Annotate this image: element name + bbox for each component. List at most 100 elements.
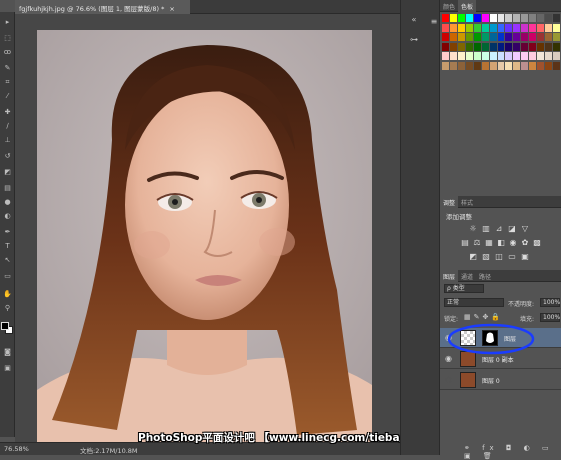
expand-panels-icon[interactable]: « [407, 14, 421, 26]
healing-brush-tool-icon[interactable]: ✚ [2, 108, 13, 117]
color-swatch[interactable] [505, 42, 513, 51]
color-swatch[interactable] [473, 23, 481, 32]
color-swatch[interactable] [521, 23, 529, 32]
color-swatch[interactable] [537, 14, 545, 22]
color-swatch[interactable] [473, 33, 481, 41]
brightness-icon[interactable]: ☼ [468, 224, 478, 234]
color-swatch[interactable] [553, 14, 560, 22]
marquee-tool-icon[interactable]: ⬚ [2, 34, 13, 43]
lasso-tool-icon[interactable]: ꝏ [2, 48, 13, 57]
color-swatch[interactable] [553, 52, 560, 60]
color-swatch[interactable] [545, 33, 553, 41]
gradient-tool-icon[interactable]: ▤ [2, 184, 13, 193]
channel-mixer-icon[interactable]: ✿ [520, 238, 530, 248]
hand-tool-icon[interactable]: ✋ [2, 290, 13, 299]
sliders-icon[interactable]: ⊶ [407, 34, 421, 46]
visibility-off-icon[interactable]: ◉ [445, 375, 452, 384]
bw-icon[interactable]: ◧ [496, 238, 506, 248]
color-swatch[interactable] [529, 42, 537, 51]
tab-color[interactable]: 颜色 [440, 0, 458, 12]
color-swatch[interactable] [465, 42, 473, 51]
eyedropper-tool-icon[interactable]: ⁄ [2, 92, 13, 101]
color-swatch[interactable] [489, 42, 497, 51]
color-swatch[interactable] [505, 52, 513, 60]
move-tool-icon[interactable]: ▸ [2, 18, 13, 27]
color-swatch[interactable] [465, 33, 473, 41]
color-swatch[interactable] [489, 52, 497, 60]
levels-icon[interactable]: ▥ [481, 224, 491, 234]
color-swatch[interactable] [505, 33, 513, 41]
color-swatch[interactable] [442, 42, 449, 51]
threshold-icon[interactable]: ◫ [494, 252, 504, 262]
layer-filter-select[interactable]: ρ 类型 [444, 284, 484, 293]
color-swatch[interactable] [481, 14, 489, 22]
color-swatch[interactable] [529, 14, 537, 22]
history-brush-tool-icon[interactable]: ↺ [2, 152, 13, 161]
color-swatch[interactable] [489, 23, 497, 32]
color-swatch[interactable] [497, 14, 505, 22]
color-swatch[interactable] [481, 33, 489, 41]
color-swatch[interactable] [473, 61, 481, 70]
triangle-icon[interactable]: ▽ [520, 224, 530, 234]
color-swatch[interactable] [513, 33, 521, 41]
hue-icon[interactable]: ▦ [484, 238, 494, 248]
color-swatch[interactable] [505, 23, 513, 32]
color-swatch[interactable] [457, 52, 465, 60]
brush-tool-icon[interactable]: ∕ [2, 122, 13, 131]
color-swatch[interactable] [457, 42, 465, 51]
eraser-tool-icon[interactable]: ◩ [2, 168, 13, 177]
path-select-tool-icon[interactable]: ↖ [2, 256, 13, 265]
quick-select-tool-icon[interactable]: ✎ [2, 64, 13, 73]
color-swatch[interactable] [465, 14, 473, 22]
color-swatch[interactable] [537, 23, 545, 32]
color-swatch[interactable] [449, 33, 457, 41]
color-swatch[interactable] [497, 61, 505, 70]
layer-name[interactable]: 图层 0 [482, 376, 500, 385]
color-swatch[interactable] [553, 33, 560, 41]
tab-styles[interactable]: 样式 [458, 196, 476, 208]
color-swatch[interactable] [465, 52, 473, 60]
color-swatch[interactable] [481, 52, 489, 60]
color-swatch[interactable] [457, 14, 465, 22]
color-swatch[interactable] [449, 61, 457, 70]
color-swatch[interactable] [481, 23, 489, 32]
color-swatch[interactable] [553, 61, 560, 70]
layer-name[interactable]: 图层 0 副本 [482, 355, 514, 364]
color-swatch[interactable] [545, 52, 553, 60]
color-swatch[interactable] [473, 52, 481, 60]
foreground-color-front[interactable] [1, 322, 9, 330]
screen-mode-icon[interactable]: ▣ [2, 364, 13, 373]
blend-mode-select[interactable]: 正常 [444, 298, 504, 307]
type-tool-icon[interactable]: T [2, 242, 13, 251]
invert-icon[interactable]: ◩ [468, 252, 478, 262]
curves-icon[interactable]: ⊿ [494, 224, 504, 234]
pen-tool-icon[interactable]: ✒ [2, 228, 13, 237]
dodge-tool-icon[interactable]: ◐ [2, 212, 13, 221]
color-swatch[interactable] [513, 61, 521, 70]
color-swatch[interactable] [497, 42, 505, 51]
selective-color-icon[interactable]: ▣ [520, 252, 530, 262]
color-swatch[interactable] [513, 52, 521, 60]
color-swatch[interactable] [537, 61, 545, 70]
color-swatch[interactable] [457, 33, 465, 41]
color-swatch[interactable] [442, 14, 449, 22]
document-tab[interactable]: fgjfkuhjkjh.jpg @ 76.6% (图层 1, 图层蒙版/8) *… [15, 0, 190, 14]
color-swatch[interactable] [442, 52, 449, 60]
color-lookup-icon[interactable]: ▩ [532, 238, 542, 248]
color-swatch[interactable] [481, 61, 489, 70]
color-swatch[interactable] [529, 52, 537, 60]
color-swatch[interactable] [537, 52, 545, 60]
color-swatch[interactable] [489, 61, 497, 70]
color-swatch[interactable] [481, 42, 489, 51]
gradient-map-icon[interactable]: ▭ [507, 252, 517, 262]
tab-layers[interactable]: 图层 [440, 270, 459, 282]
color-swatch[interactable] [457, 23, 465, 32]
portrait-photo[interactable] [37, 30, 372, 445]
color-swatch[interactable] [449, 14, 457, 22]
color-swatch[interactable] [553, 23, 560, 32]
layer-panel-footer-icons[interactable]: ⚭ fx ◘ ◐ ▭ ▣ 🗑 [464, 444, 561, 460]
zoom-level[interactable]: 76.58% [4, 445, 29, 453]
color-swatch[interactable] [442, 61, 449, 70]
color-swatch[interactable] [457, 61, 465, 70]
photo-filter-icon[interactable]: ◉ [508, 238, 518, 248]
